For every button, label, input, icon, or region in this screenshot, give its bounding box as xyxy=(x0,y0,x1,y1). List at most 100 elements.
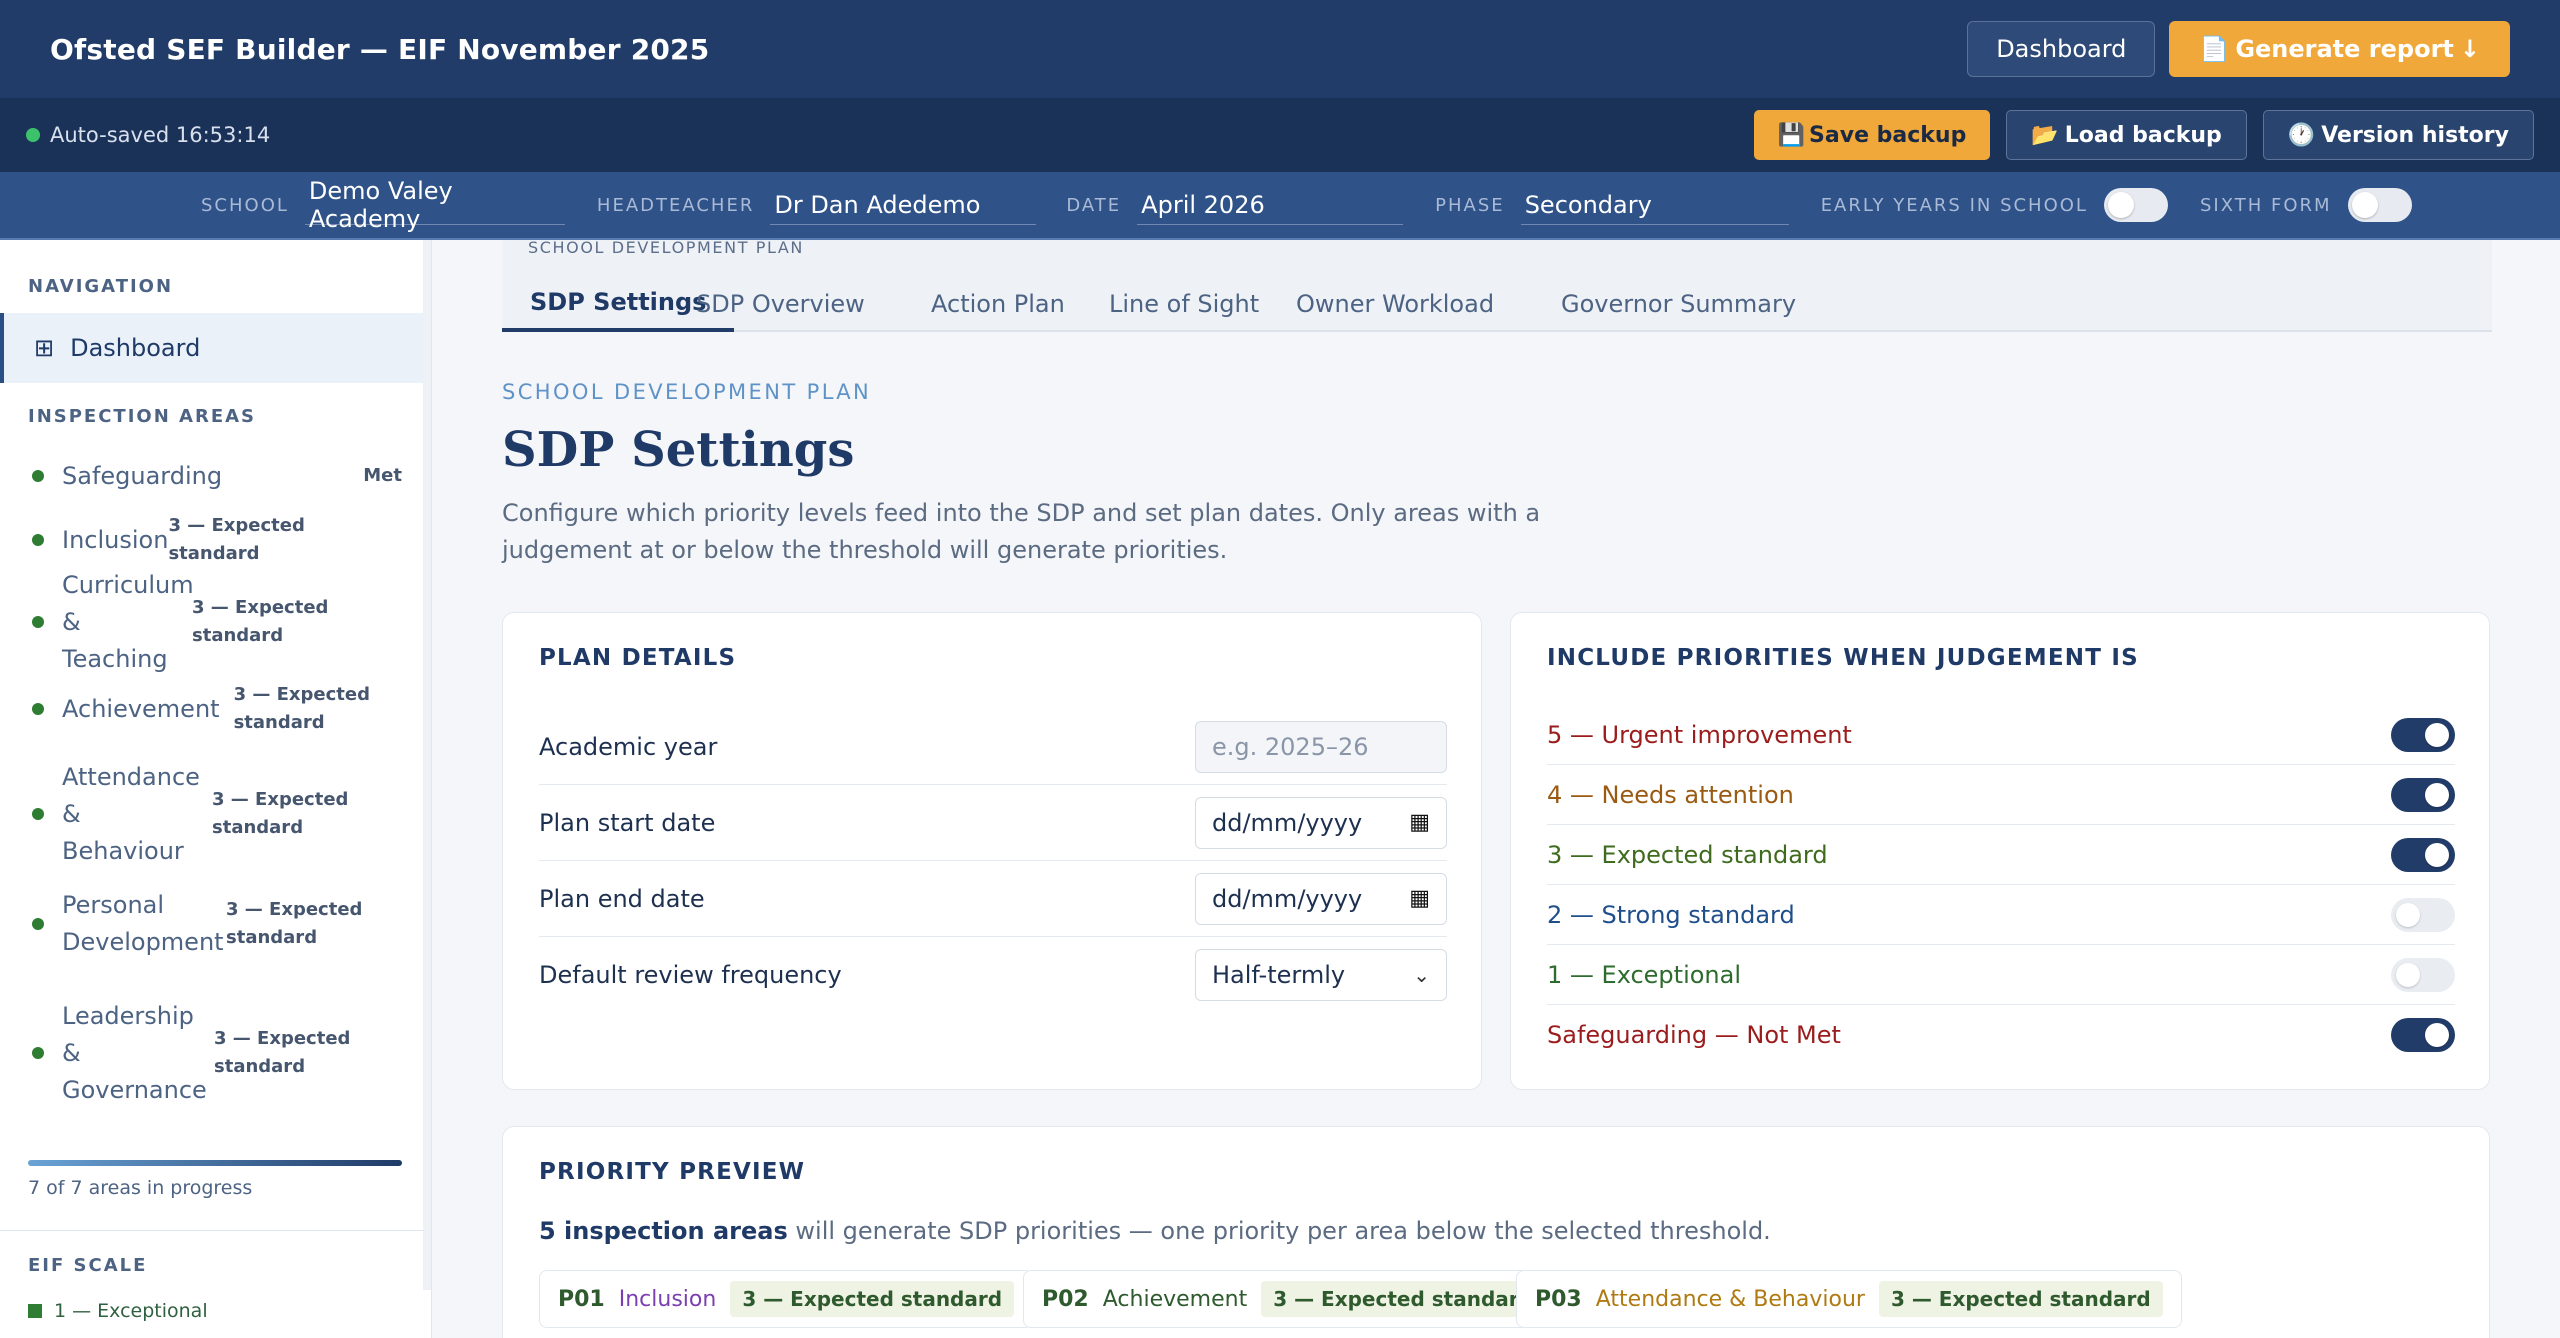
sidebar-area-attendance[interactable]: Attendance & Behaviour 3 — Expected stan… xyxy=(32,759,402,869)
download-arrow-icon: ↓ xyxy=(2459,35,2480,63)
areas-progress-bar xyxy=(28,1160,402,1166)
judgement-badge: 3 — Expected standard xyxy=(1878,1281,2163,1317)
chevron-down-icon: ⌄ xyxy=(1413,963,1430,987)
priority-row-safeguarding: Safeguarding — Not Met xyxy=(1547,1005,2455,1065)
navigation-heading: NAVIGATION xyxy=(28,276,174,297)
priority-toggle[interactable] xyxy=(2391,717,2455,752)
areas-progress-fill xyxy=(28,1160,402,1166)
calendar-icon[interactable]: ▦ xyxy=(1409,810,1430,835)
headteacher-input[interactable]: Dr Dan Adedemo xyxy=(770,185,1037,225)
sidebar-area-personal-development[interactable]: Personal Development 3 — Expected standa… xyxy=(32,887,402,961)
judgement-badge: 3 — Expected standard xyxy=(730,1281,1015,1317)
preview-summary: 5 inspection areas will generate SDP pri… xyxy=(539,1217,1771,1245)
academic-year-input[interactable]: e.g. 2025–26 xyxy=(1195,720,1447,773)
area-judgement: 3 — Expected standard xyxy=(214,1028,351,1077)
clock-icon: 🕐 xyxy=(2287,122,2316,148)
save-bar: Auto-saved 16:53:14 💾 Save backup 📂 Load… xyxy=(0,98,2560,172)
backup-actions: 💾 Save backup 📂 Load backup 🕐 Version hi… xyxy=(1753,110,2534,160)
load-backup-button[interactable]: 📂 Load backup xyxy=(2006,110,2247,160)
tab-owner-workload[interactable]: Owner Workload xyxy=(1296,276,1494,332)
tab-sdp-overview[interactable]: SDP Overview xyxy=(696,276,865,332)
priority-row-strong: 2 — Strong standard xyxy=(1547,885,2455,945)
sidebar-area-inclusion[interactable]: Inclusion 3 — Expected standard xyxy=(32,515,402,564)
status-dot-icon xyxy=(32,703,44,715)
load-backup-label: Load backup xyxy=(2064,122,2222,148)
area-judgement: Met xyxy=(363,465,402,486)
priority-area: Attendance & Behaviour xyxy=(1595,1286,1865,1312)
review-frequency-select[interactable]: Half-termly ⌄ xyxy=(1195,949,1447,1001)
status-dot-icon xyxy=(26,128,40,142)
plan-end-date-input[interactable]: dd/mm/yyyy ▦ xyxy=(1195,872,1447,925)
priority-row-needs-attention: 4 — Needs attention xyxy=(1547,765,2455,825)
phase-input[interactable]: Secondary xyxy=(1520,185,1789,225)
priority-row-urgent: 5 — Urgent improvement xyxy=(1547,705,2455,765)
review-frequency-row: Default review frequency Half-termly ⌄ xyxy=(539,937,1447,1013)
status-dot-icon xyxy=(32,918,44,930)
priority-row-expected: 3 — Expected standard xyxy=(1547,825,2455,885)
plan-end-row: Plan end date dd/mm/yyyy ▦ xyxy=(539,861,1447,937)
priority-preview-card: PRIORITY PREVIEW 5 inspection areas will… xyxy=(502,1126,2490,1338)
date-input[interactable]: April 2026 xyxy=(1137,185,1404,225)
sidebar-area-leadership[interactable]: Leadership & Governance 3 — Expected sta… xyxy=(32,973,402,1133)
priority-chip[interactable]: P01 Inclusion 3 — Expected standard xyxy=(539,1270,1034,1328)
sidebar-area-achievement[interactable]: Achievement 3 — Expected standard xyxy=(32,677,402,741)
floppy-disk-icon: 💾 xyxy=(1777,122,1806,148)
main-content: SCHOOL DEVELOPMENT PLAN SDP Settings SDP… xyxy=(432,240,2560,1338)
priority-toggle[interactable] xyxy=(2391,837,2455,872)
version-history-button[interactable]: 🕐 Version history xyxy=(2262,110,2534,160)
priority-toggle[interactable] xyxy=(2391,1018,2455,1052)
status-dot-icon xyxy=(32,808,44,820)
priority-id: P01 xyxy=(558,1286,605,1312)
area-name: Personal Development xyxy=(62,891,224,956)
date-value: dd/mm/yyyy xyxy=(1212,884,1363,913)
tab-action-plan[interactable]: Action Plan xyxy=(931,276,1065,332)
sidebar-item-dashboard[interactable]: ⊞ Dashboard xyxy=(0,313,424,383)
sidebar-scrollbar[interactable] xyxy=(423,240,431,1290)
divider xyxy=(0,1230,424,1231)
page-title: SDP Settings xyxy=(502,422,855,478)
priority-label: 1 — Exceptional xyxy=(1547,960,1742,989)
priority-preview-title: PRIORITY PREVIEW xyxy=(539,1159,806,1185)
area-name: Attendance & Behaviour xyxy=(62,762,200,865)
school-input[interactable]: Demo Valey Academy xyxy=(304,177,565,233)
sidebar-area-safeguarding[interactable]: Safeguarding Met xyxy=(32,455,402,497)
plan-start-date-input[interactable]: dd/mm/yyyy ▦ xyxy=(1195,796,1447,849)
app-title: Ofsted SEF Builder — EIF November 2025 xyxy=(50,32,710,66)
priority-label: 5 — Urgent improvement xyxy=(1547,720,1852,749)
area-name: Curriculum & Teaching xyxy=(62,570,194,673)
dashboard-button[interactable]: Dashboard xyxy=(1967,21,2156,77)
area-judgement: 3 — Expected standard xyxy=(212,789,349,838)
priority-area: Inclusion xyxy=(618,1286,717,1312)
document-icon: 📄 xyxy=(2199,35,2230,63)
save-backup-button[interactable]: 💾 Save backup xyxy=(1753,110,1991,160)
priority-chip[interactable]: P02 Achievement 3 — Expected standard xyxy=(1023,1270,1564,1328)
grid-icon: ⊞ xyxy=(34,334,55,362)
area-judgement: 3 — Expected standard xyxy=(192,597,329,646)
status-dot-icon xyxy=(32,616,44,628)
status-dot-icon xyxy=(32,470,44,482)
priority-toggle[interactable] xyxy=(2391,897,2455,932)
calendar-icon[interactable]: ▦ xyxy=(1409,886,1430,911)
tab-line-of-sight[interactable]: Line of Sight xyxy=(1109,276,1259,332)
early-years-toggle[interactable] xyxy=(2103,188,2168,222)
priority-toggle[interactable] xyxy=(2391,777,2455,812)
top-actions: Dashboard 📄 Generate report ↓ xyxy=(1967,21,2510,77)
top-bar: Ofsted SEF Builder — EIF November 2025 D… xyxy=(0,0,2560,98)
area-judgement: 3 — Expected standard xyxy=(168,515,305,564)
early-years-label: EARLY YEARS IN SCHOOL xyxy=(1820,194,2088,216)
school-label: SCHOOL xyxy=(201,194,289,216)
sidebar-area-curriculum[interactable]: Curriculum & Teaching 3 — Expected stand… xyxy=(32,571,402,673)
generate-report-button[interactable]: 📄 Generate report ↓ xyxy=(2169,21,2510,77)
sixth-form-toggle[interactable] xyxy=(2347,188,2412,222)
page-description: Configure which priority levels feed int… xyxy=(502,499,1541,564)
plan-details-title: PLAN DETAILS xyxy=(539,645,737,671)
status-dot-icon xyxy=(32,1047,44,1059)
include-priorities-card: INCLUDE PRIORITIES WHEN JUDGEMENT IS 5 —… xyxy=(1510,612,2490,1090)
priority-toggle[interactable] xyxy=(2391,957,2455,992)
tab-governor-summary[interactable]: Governor Summary xyxy=(1561,276,1796,332)
tabs-overline: SCHOOL DEVELOPMENT PLAN xyxy=(528,240,805,257)
priority-chip[interactable]: P03 Attendance & Behaviour 3 — Expected … xyxy=(1516,1270,2182,1328)
priority-id: P03 xyxy=(1535,1286,1582,1312)
plan-start-label: Plan start date xyxy=(539,808,716,837)
priority-label: 2 — Strong standard xyxy=(1547,900,1795,929)
